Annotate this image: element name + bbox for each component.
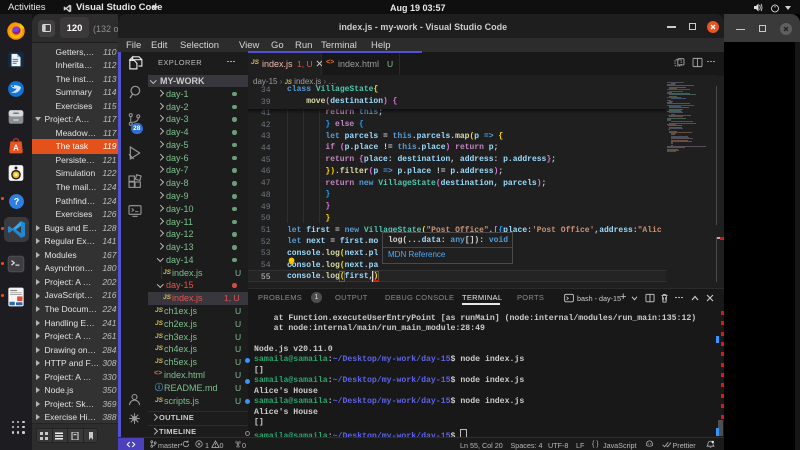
svg-text:?: ? [13,197,19,207]
svg-text:A: A [13,144,19,153]
